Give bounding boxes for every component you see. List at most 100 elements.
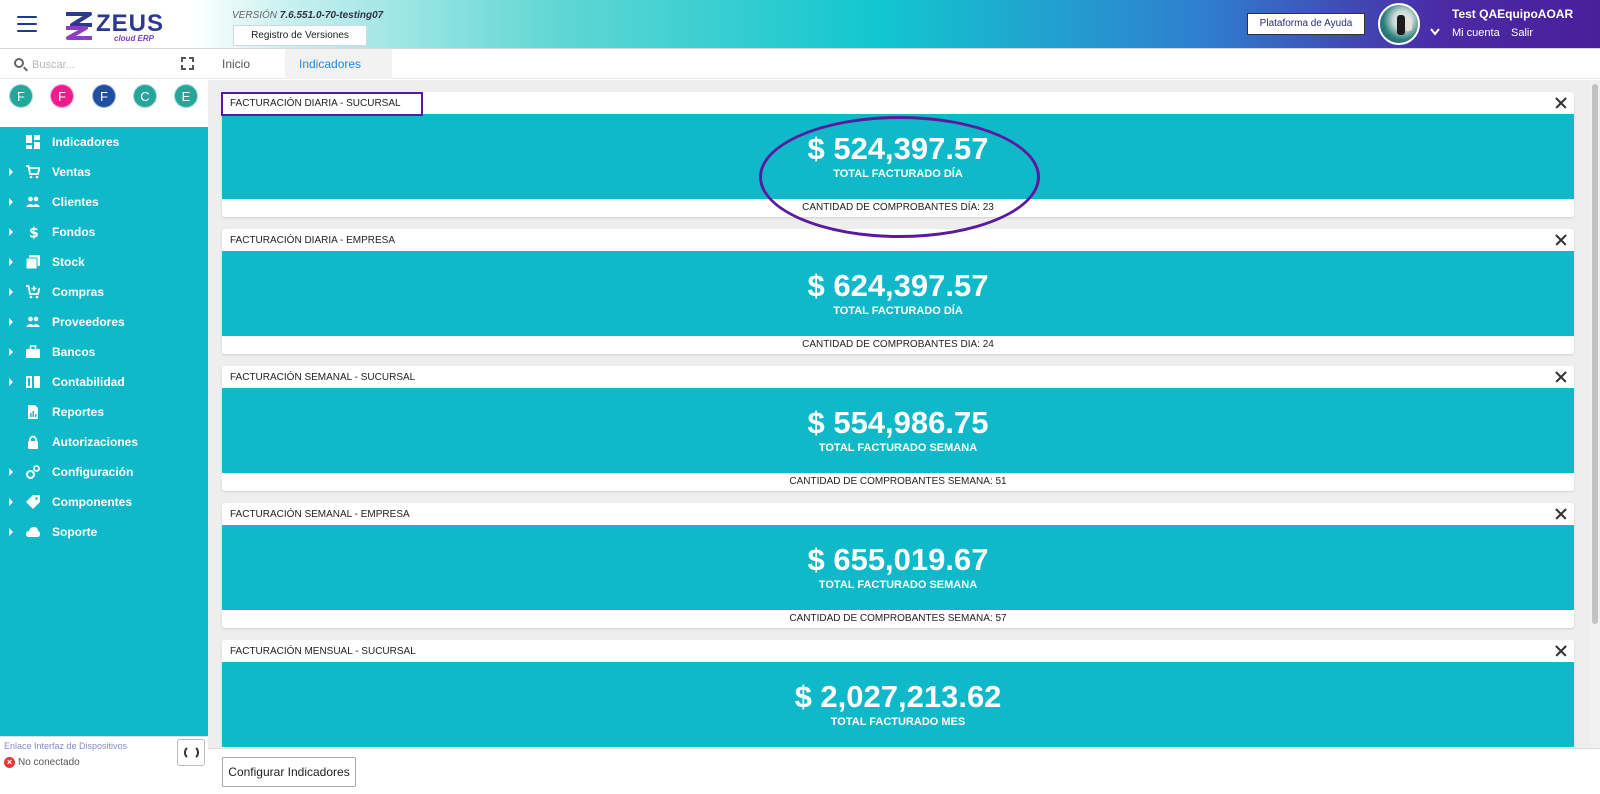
- people-icon: [26, 196, 40, 207]
- sidebar-menu: Indicadores Ventas Clientes $ Fondos Sto…: [0, 127, 208, 547]
- card-value: $ 624,397.57: [807, 268, 989, 303]
- expand-caret-icon: [9, 258, 13, 266]
- sidebar-item-stock[interactable]: Stock: [0, 247, 208, 277]
- error-icon: ×: [4, 757, 15, 768]
- card-label: TOTAL FACTURADO SEMANA: [818, 579, 978, 591]
- device-interface-panel: Enlace Interfaz de Dispositivos × No cone…: [0, 736, 208, 794]
- sidebar-item-soporte[interactable]: Soporte: [0, 517, 208, 547]
- expand-caret-icon: [9, 468, 13, 476]
- scrollbar[interactable]: [1590, 80, 1600, 748]
- fullscreen-icon[interactable]: [181, 57, 194, 70]
- close-icon[interactable]: [1554, 96, 1568, 110]
- registro-versiones-button[interactable]: Registro de Versiones: [233, 25, 367, 46]
- sidebar-item-label: Bancos: [52, 345, 96, 359]
- app-header: ZEUS cloud ERP VERSIÓN 7.6.551.0-70-test…: [0, 0, 1600, 49]
- sidebar-item-label: Soporte: [52, 525, 98, 539]
- hamburger-menu-icon[interactable]: [17, 16, 37, 32]
- favorites-row: F F F C E: [0, 79, 208, 127]
- tab-inicio[interactable]: Inicio: [208, 49, 264, 79]
- book-icon: [26, 376, 40, 388]
- tab-indicadores[interactable]: Indicadores×: [285, 49, 392, 103]
- card-title: FACTURACIÓN SEMANAL - SUCURSAL: [230, 372, 416, 383]
- close-icon[interactable]: [1554, 233, 1568, 247]
- sidebar-item-label: Stock: [52, 255, 85, 269]
- indicator-card: FACTURACIÓN SEMANAL - SUCURSAL $ 554,986…: [222, 366, 1574, 491]
- user-avatar[interactable]: [1378, 3, 1420, 45]
- help-platform-button[interactable]: Plataforma de Ayuda: [1247, 13, 1365, 35]
- favorite-shortcut[interactable]: E: [174, 84, 198, 108]
- lock-icon: [28, 435, 38, 449]
- card-band: $ 624,397.57 TOTAL FACTURADO DÍA: [222, 251, 1574, 336]
- cloud-icon: [26, 527, 40, 537]
- cart-icon: [26, 165, 40, 179]
- sidebar-item-fondos[interactable]: $ Fondos: [0, 217, 208, 247]
- mi-cuenta-link[interactable]: Mi cuenta: [1452, 27, 1500, 39]
- favorite-shortcut[interactable]: F: [9, 84, 33, 108]
- card-footer: CANTIDAD DE COMPROBANTES DIA: 24: [802, 339, 994, 350]
- favorite-shortcut[interactable]: C: [133, 84, 157, 108]
- sidebar-item-label: Autorizaciones: [52, 435, 139, 449]
- search-input[interactable]: [32, 57, 162, 73]
- logo-subtitle: cloud ERP: [114, 34, 155, 43]
- report-icon: [28, 405, 38, 419]
- highlight-ellipse: [759, 116, 1040, 238]
- expand-caret-icon: [9, 288, 13, 296]
- sidebar-item-indicadores[interactable]: Indicadores: [0, 127, 208, 157]
- search-icon: [14, 58, 24, 68]
- dashboard-icon: [26, 135, 40, 149]
- gears-icon: [26, 465, 40, 479]
- card-label: TOTAL FACTURADO MES: [830, 716, 966, 728]
- sidebar-item-componentes[interactable]: Componentes: [0, 487, 208, 517]
- indicator-card: FACTURACIÓN MENSUAL - SUCURSAL $ 2,027,2…: [222, 640, 1574, 748]
- indicator-card: FACTURACIÓN DIARIA - EMPRESA $ 624,397.5…: [222, 229, 1574, 354]
- scrollbar-thumb[interactable]: [1592, 84, 1598, 624]
- sidebar-item-proveedores[interactable]: Proveedores: [0, 307, 208, 337]
- sidebar-item-label: Componentes: [52, 495, 133, 509]
- sidebar: F F F C E Indicadores Ventas Clientes $ …: [0, 49, 208, 794]
- card-title: FACTURACIÓN MENSUAL - SUCURSAL: [230, 646, 416, 657]
- sidebar-item-configuracion[interactable]: Configuración: [0, 457, 208, 487]
- sidebar-item-ventas[interactable]: Ventas: [0, 157, 208, 187]
- salir-link[interactable]: Salir: [1511, 27, 1533, 39]
- highlight-rectangle: [221, 92, 423, 116]
- sidebar-item-label: Indicadores: [52, 135, 120, 149]
- briefcase-icon: [26, 345, 40, 358]
- expand-caret-icon: [9, 198, 13, 206]
- indicator-card: FACTURACIÓN SEMANAL - EMPRESA $ 655,019.…: [222, 503, 1574, 628]
- sidebar-item-reportes[interactable]: Reportes: [0, 397, 208, 427]
- sidebar-item-compras[interactable]: Compras: [0, 277, 208, 307]
- card-band: $ 655,019.67 TOTAL FACTURADO SEMANA: [222, 525, 1574, 610]
- tab-bar: Inicio Indicadores×: [208, 49, 1600, 103]
- sync-button[interactable]: [177, 739, 205, 766]
- zeus-logo: ZEUS cloud ERP: [62, 10, 167, 43]
- sidebar-item-contabilidad[interactable]: Contabilidad: [0, 367, 208, 397]
- configurar-indicadores-button[interactable]: Configurar Indicadores: [222, 757, 356, 787]
- close-icon[interactable]: [1554, 644, 1568, 658]
- favorite-shortcut[interactable]: F: [92, 84, 116, 108]
- connection-status: × No conectado: [4, 757, 80, 768]
- card-band: $ 2,027,213.62 TOTAL FACTURADO MES: [222, 662, 1574, 747]
- sidebar-item-label: Clientes: [52, 195, 99, 209]
- sidebar-item-bancos[interactable]: Bancos: [0, 337, 208, 367]
- cart-add-icon: [26, 285, 40, 299]
- version-info: VERSIÓN 7.6.551.0-70-testing07: [232, 10, 383, 21]
- favorite-shortcut[interactable]: F: [50, 84, 74, 108]
- card-band: $ 554,986.75 TOTAL FACTURADO SEMANA: [222, 388, 1574, 473]
- device-interface-link[interactable]: Enlace Interfaz de Dispositivos: [4, 741, 127, 751]
- card-value: $ 554,986.75: [807, 405, 989, 440]
- chevron-down-icon[interactable]: [1430, 28, 1440, 38]
- tag-icon: [26, 495, 40, 509]
- expand-caret-icon: [9, 378, 13, 386]
- dollar-icon: $: [29, 226, 39, 240]
- close-icon[interactable]: [1554, 370, 1568, 384]
- sidebar-item-label: Reportes: [52, 405, 105, 419]
- version-value: 7.6.551.0-70-testing07: [279, 10, 384, 21]
- sidebar-item-clientes[interactable]: Clientes: [0, 187, 208, 217]
- sidebar-item-label: Ventas: [52, 165, 91, 179]
- svg-text:$: $: [29, 226, 39, 240]
- bottom-bar: Configurar Indicadores: [208, 748, 1600, 794]
- expand-caret-icon: [9, 318, 13, 326]
- sidebar-item-autorizaciones[interactable]: Autorizaciones: [0, 427, 208, 457]
- sidebar-item-label: Compras: [52, 285, 105, 299]
- close-icon[interactable]: [1554, 507, 1568, 521]
